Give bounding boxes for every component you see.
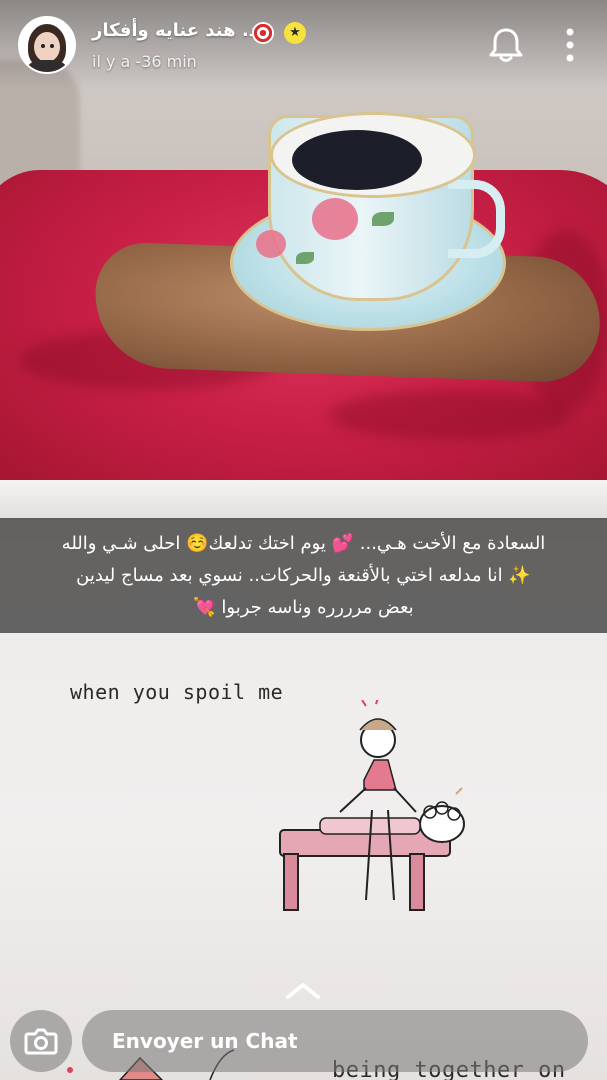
bell-icon[interactable] bbox=[488, 26, 524, 64]
caption-line: بعض مرررره وناسه جربوا 💘 bbox=[193, 596, 414, 618]
chevron-up-icon[interactable] bbox=[284, 980, 322, 1002]
username[interactable]: د. هند عنايه وأفكار bbox=[92, 20, 258, 41]
send-chat-input[interactable]: Envoyer un Chat bbox=[82, 1010, 588, 1072]
camera-button[interactable] bbox=[10, 1010, 72, 1072]
caption-line: ✨ انا مدلعه اختي بالأقنعة والحركات.. نسو… bbox=[76, 564, 531, 586]
target-badge-icon bbox=[252, 22, 274, 44]
camera-icon bbox=[24, 1028, 58, 1055]
book-text-top: when you spoil me bbox=[70, 680, 284, 704]
star-badge-icon: ★ bbox=[284, 22, 306, 44]
avatar[interactable] bbox=[18, 16, 76, 74]
caption-line: السعادة مع الأخت هـي... 💕 يوم اختك تدلعك… bbox=[61, 532, 546, 554]
more-vertical-icon[interactable] bbox=[560, 26, 580, 64]
massage-illustration bbox=[279, 700, 465, 911]
story-header: د. هند عنايه وأفكار ★ il y a -36 min bbox=[0, 0, 607, 90]
story-viewer: when you spoil me being togeth bbox=[0, 0, 607, 1080]
story-caption: السعادة مع الأخت هـي... 💕 يوم اختك تدلعك… bbox=[0, 518, 607, 633]
story-timestamp: il y a -36 min bbox=[92, 52, 197, 71]
